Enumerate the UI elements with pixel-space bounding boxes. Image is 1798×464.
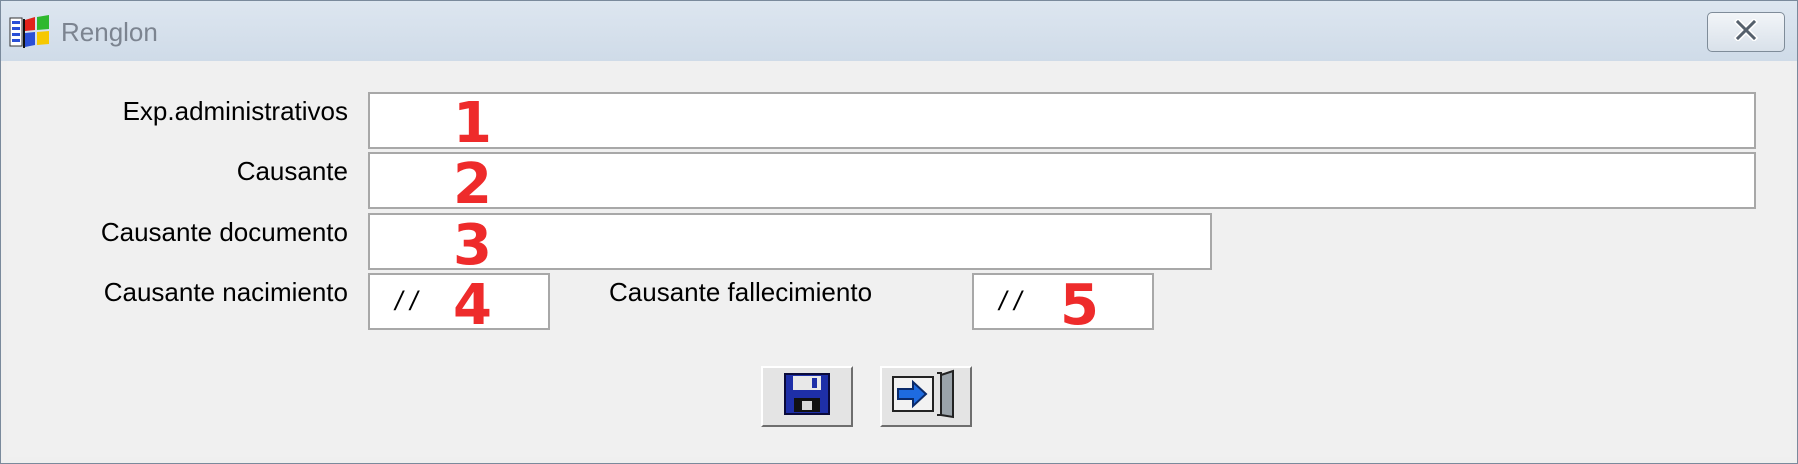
window-title: Renglon: [61, 17, 158, 47]
causante-documento-field[interactable]: [368, 213, 1212, 270]
causante-label: Causante: [236, 156, 348, 186]
causante-nacimiento-label: Causante nacimiento: [103, 277, 348, 307]
causante-field[interactable]: [368, 152, 1756, 209]
causante-fallecimiento-label: Causante fallecimiento: [609, 277, 873, 307]
close-button[interactable]: [1707, 12, 1785, 52]
marker-5: 5: [1060, 273, 1099, 338]
floppy-disk-icon: [782, 371, 832, 422]
marker-4: 4: [453, 273, 492, 338]
windows-app-icon: [9, 14, 53, 50]
exp-administrativos-label: Exp.administrativos: [122, 96, 348, 126]
causante-documento-label: Causante documento: [100, 217, 348, 247]
marker-1: 1: [453, 91, 492, 156]
save-button[interactable]: [761, 366, 853, 427]
marker-3: 3: [453, 213, 492, 278]
marker-2: 2: [453, 152, 492, 217]
causante-nacimiento-value: / /: [395, 286, 418, 316]
title-bar[interactable]: Renglon: [1, 1, 1797, 61]
exit-door-icon: [889, 369, 963, 424]
exp-administrativos-field[interactable]: [368, 92, 1756, 149]
dialog-window: Renglon Exp.administrativos 1 Causante 2…: [0, 0, 1798, 464]
causante-fallecimiento-value: / /: [999, 286, 1022, 316]
form-panel: Exp.administrativos 1 Causante 2 Causant…: [7, 61, 1791, 457]
exit-button[interactable]: [880, 366, 972, 427]
close-icon: [1732, 17, 1760, 46]
